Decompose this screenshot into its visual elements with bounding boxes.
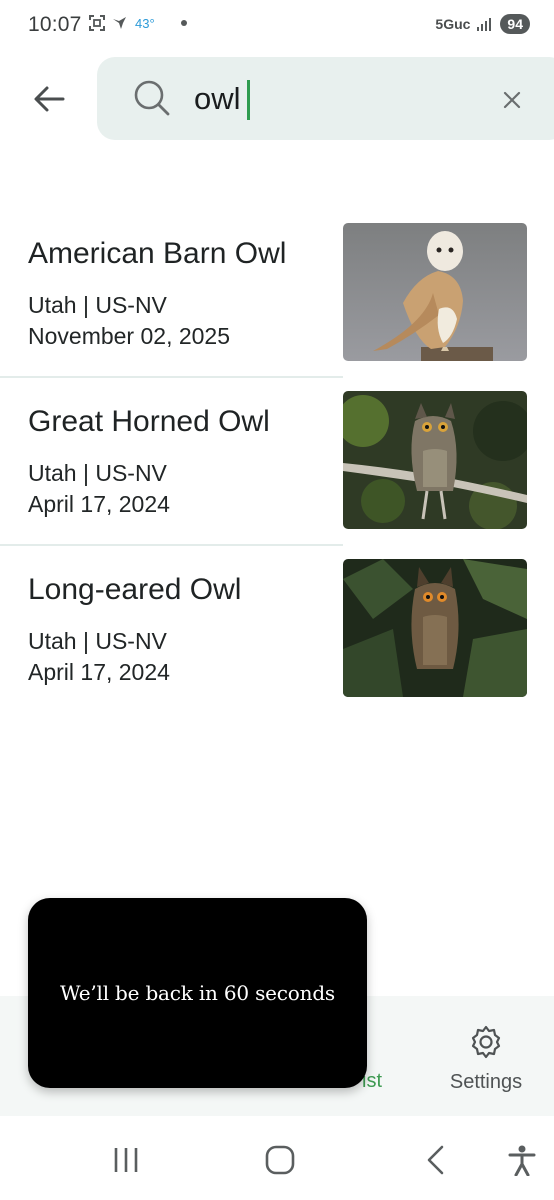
recent-apps-icon	[114, 1148, 138, 1172]
result-title: Long-eared Owl	[28, 573, 242, 606]
barn-owl-photo	[343, 223, 527, 361]
toast-overlay: We’ll be back in 60 seconds	[28, 898, 367, 1088]
notification-dot-icon	[180, 20, 187, 26]
status-icons: 43°	[88, 14, 187, 32]
home-button[interactable]	[260, 1140, 300, 1180]
long-eared-owl-photo	[343, 559, 527, 697]
status-right: 5Guc 94	[435, 14, 530, 34]
list-divider	[0, 376, 343, 378]
status-temperature: 43°	[135, 15, 155, 31]
app-screen: 10:07 43° 5Guc 94 owl American Barn Owl …	[0, 0, 554, 1200]
result-location: Utah | US-NV	[28, 292, 167, 318]
result-location: Utah | US-NV	[28, 628, 167, 654]
result-item[interactable]: Long-eared Owl Utah | US-NV April 17, 20…	[0, 559, 554, 727]
home-icon	[265, 1145, 295, 1175]
battery-indicator: 94	[500, 14, 530, 34]
recent-apps-button[interactable]	[108, 1140, 144, 1180]
nav-tab-settings[interactable]: Settings	[430, 1024, 542, 1094]
gear-icon	[471, 1025, 501, 1059]
back-button[interactable]	[24, 76, 74, 122]
result-date: November 02, 2025	[28, 323, 231, 349]
signal-icon	[477, 18, 492, 31]
search-bar[interactable]: owl	[97, 57, 554, 140]
status-network: 5Guc	[435, 16, 471, 32]
search-icon	[134, 80, 170, 116]
search-input[interactable]: owl	[194, 79, 241, 119]
clear-search-icon[interactable]	[497, 85, 527, 115]
system-back-button[interactable]	[418, 1140, 452, 1180]
nav-settings-label: Settings	[449, 1071, 523, 1093]
result-title: American Barn Owl	[28, 237, 287, 270]
screenshot-icon	[89, 15, 105, 31]
list-divider	[0, 544, 343, 546]
chevron-left-icon	[427, 1145, 444, 1175]
result-date: April 17, 2024	[28, 491, 170, 517]
accessibility-button[interactable]	[504, 1140, 540, 1180]
arrow-left-icon	[34, 86, 65, 112]
result-location: Utah | US-NV	[28, 460, 167, 486]
result-title: Great Horned Owl	[28, 405, 270, 438]
bird-notification-icon	[113, 17, 126, 29]
result-item[interactable]: American Barn Owl Utah | US-NV November …	[0, 223, 554, 391]
status-time: 10:07	[28, 13, 82, 36]
system-navigation-bar	[0, 1116, 554, 1200]
toast-message: We’ll be back in 60 seconds	[59, 981, 335, 1005]
great-horned-owl-photo	[343, 391, 527, 529]
text-cursor	[247, 80, 250, 120]
result-date: April 17, 2024	[28, 659, 170, 685]
result-item[interactable]: Great Horned Owl Utah | US-NV April 17, …	[0, 391, 554, 559]
status-bar: 10:07 43° 5Guc 94	[0, 0, 554, 52]
accessibility-icon	[508, 1145, 536, 1176]
